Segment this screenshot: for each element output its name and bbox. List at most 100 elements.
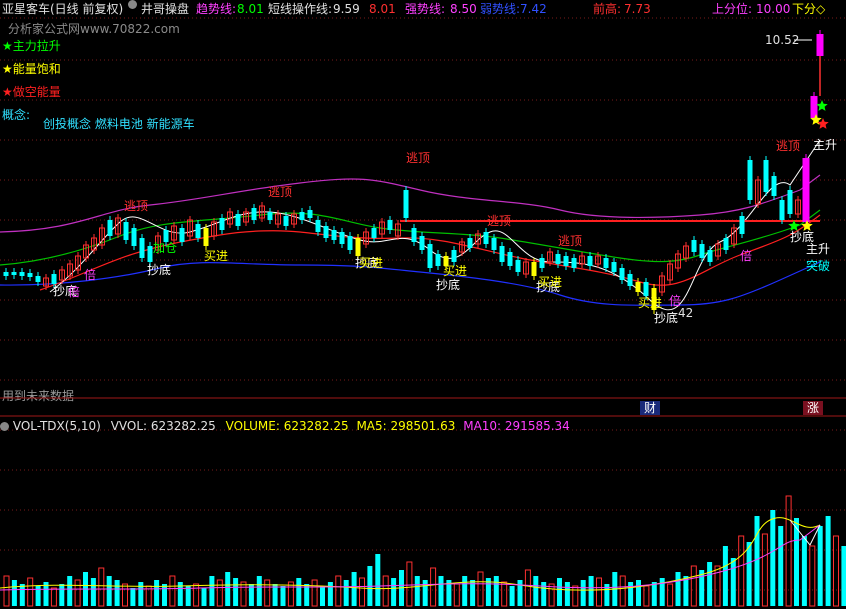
- volume-bar: [67, 576, 73, 606]
- candle-body: [771, 176, 777, 196]
- candle-body: [427, 244, 433, 268]
- signal-double-4: 倍: [740, 249, 753, 263]
- volume-bar: [596, 577, 602, 607]
- candle-body: [419, 236, 425, 250]
- volume-name[interactable]: VOL-TDX(5,10): [13, 419, 101, 433]
- signal-double-2: 倍: [68, 285, 81, 299]
- volume-bar: [462, 576, 468, 606]
- volume-bar: [533, 576, 539, 606]
- volume-bar: [825, 516, 831, 606]
- candle-body: [483, 232, 489, 244]
- volume-bar: [659, 578, 665, 606]
- candle-body: [251, 208, 257, 220]
- volume-bar: [138, 582, 144, 606]
- volume-bar: [453, 583, 460, 607]
- volume-bar: [730, 558, 736, 606]
- volume-bar: [382, 575, 389, 607]
- volume-bar: [690, 565, 697, 607]
- volume-bar: [185, 586, 191, 606]
- candle-body: [739, 216, 745, 234]
- volume-bar: [343, 580, 349, 606]
- candle-body: [643, 282, 649, 296]
- volume-bar: [517, 580, 523, 606]
- candle-body: [507, 252, 513, 266]
- candle-body: [707, 250, 713, 262]
- volume-bar: [564, 582, 570, 606]
- volume-bar: [130, 588, 136, 606]
- volume-bar: [201, 588, 207, 606]
- volume-bar: [414, 576, 420, 606]
- candle-body: [515, 260, 521, 272]
- candle-body: [816, 34, 824, 56]
- volume-bar: [477, 571, 484, 607]
- volume-bar: [636, 580, 641, 606]
- signal-buy-2: 买进: [359, 256, 384, 270]
- candle-body: [635, 282, 641, 292]
- candle-body: [339, 232, 345, 244]
- candle-body: [587, 256, 593, 266]
- volume-bar: [580, 580, 586, 606]
- ma10-value: MA10: 291585.34: [463, 419, 570, 433]
- candle-body: [611, 262, 617, 272]
- volume-bar: [59, 584, 65, 606]
- volume-bar: [738, 535, 745, 607]
- volume-bar: [391, 578, 397, 606]
- candle-body: [747, 160, 753, 200]
- signal-buy-5: 买进: [638, 296, 663, 310]
- candle-body: [563, 256, 569, 266]
- signal-escape-2: 逃顶: [268, 185, 293, 199]
- candle-body: [723, 238, 729, 250]
- volume-bar: [193, 583, 200, 607]
- lower-band-line: [0, 261, 821, 306]
- volume-bar: [74, 579, 81, 607]
- volume-bar: [438, 576, 444, 606]
- volume-bar: [296, 578, 302, 606]
- signal-bottom-4: 抄底: [436, 278, 461, 292]
- volume-bar: [256, 576, 262, 606]
- signal-bottom-2: 抄底: [147, 263, 172, 277]
- volume-bar: [524, 569, 531, 607]
- rise-marker[interactable]: 涨: [803, 401, 823, 415]
- ma5-value: MA5: 298501.63: [356, 419, 456, 433]
- candle-body: [139, 238, 145, 258]
- volume-bar: [3, 575, 10, 607]
- candle-body: [499, 246, 505, 262]
- candle-body: [403, 190, 409, 218]
- candle-body: [531, 262, 537, 276]
- volume-bar: [643, 585, 650, 607]
- volume-bar: [509, 586, 515, 606]
- volume-header: VOL-TDX(5,10) VVOL: 623282.25 VOLUME: 62…: [0, 419, 570, 433]
- candle-body: [203, 228, 209, 246]
- candle-body: [435, 254, 441, 266]
- volume-bar: [801, 536, 807, 606]
- candle-body: [283, 216, 289, 226]
- candle-body: [539, 258, 545, 268]
- volume-bar: [430, 567, 437, 607]
- volume-bar: [50, 587, 57, 607]
- volume-bar: [778, 526, 784, 606]
- kline-chart[interactable]: [0, 0, 846, 609]
- candle-body: [691, 240, 697, 252]
- volume-bar: [557, 578, 562, 606]
- candle-body: [603, 258, 609, 268]
- candle-body: [571, 258, 577, 268]
- volume-bar: [154, 580, 160, 606]
- volume-dot-icon[interactable]: [0, 419, 9, 433]
- candle-body: [467, 238, 473, 248]
- candle-body: [131, 228, 137, 246]
- candle-body: [699, 244, 705, 258]
- short-line: [49, 139, 821, 311]
- signal-double-3: 倍: [669, 294, 682, 308]
- candle-body: [411, 228, 417, 242]
- candle-body: [619, 268, 625, 280]
- volume-bar: [311, 579, 318, 607]
- volume-bar: [651, 582, 657, 606]
- candle-body: [763, 160, 769, 192]
- volume-bar: [27, 577, 34, 607]
- candle-body: [387, 220, 393, 230]
- volume-bar: [122, 583, 128, 607]
- signal-main-rise-2: 主升: [806, 242, 831, 256]
- signal-main-rise-1: 主升: [813, 138, 838, 152]
- candle-body: [347, 236, 353, 250]
- finance-marker[interactable]: 财: [640, 401, 660, 415]
